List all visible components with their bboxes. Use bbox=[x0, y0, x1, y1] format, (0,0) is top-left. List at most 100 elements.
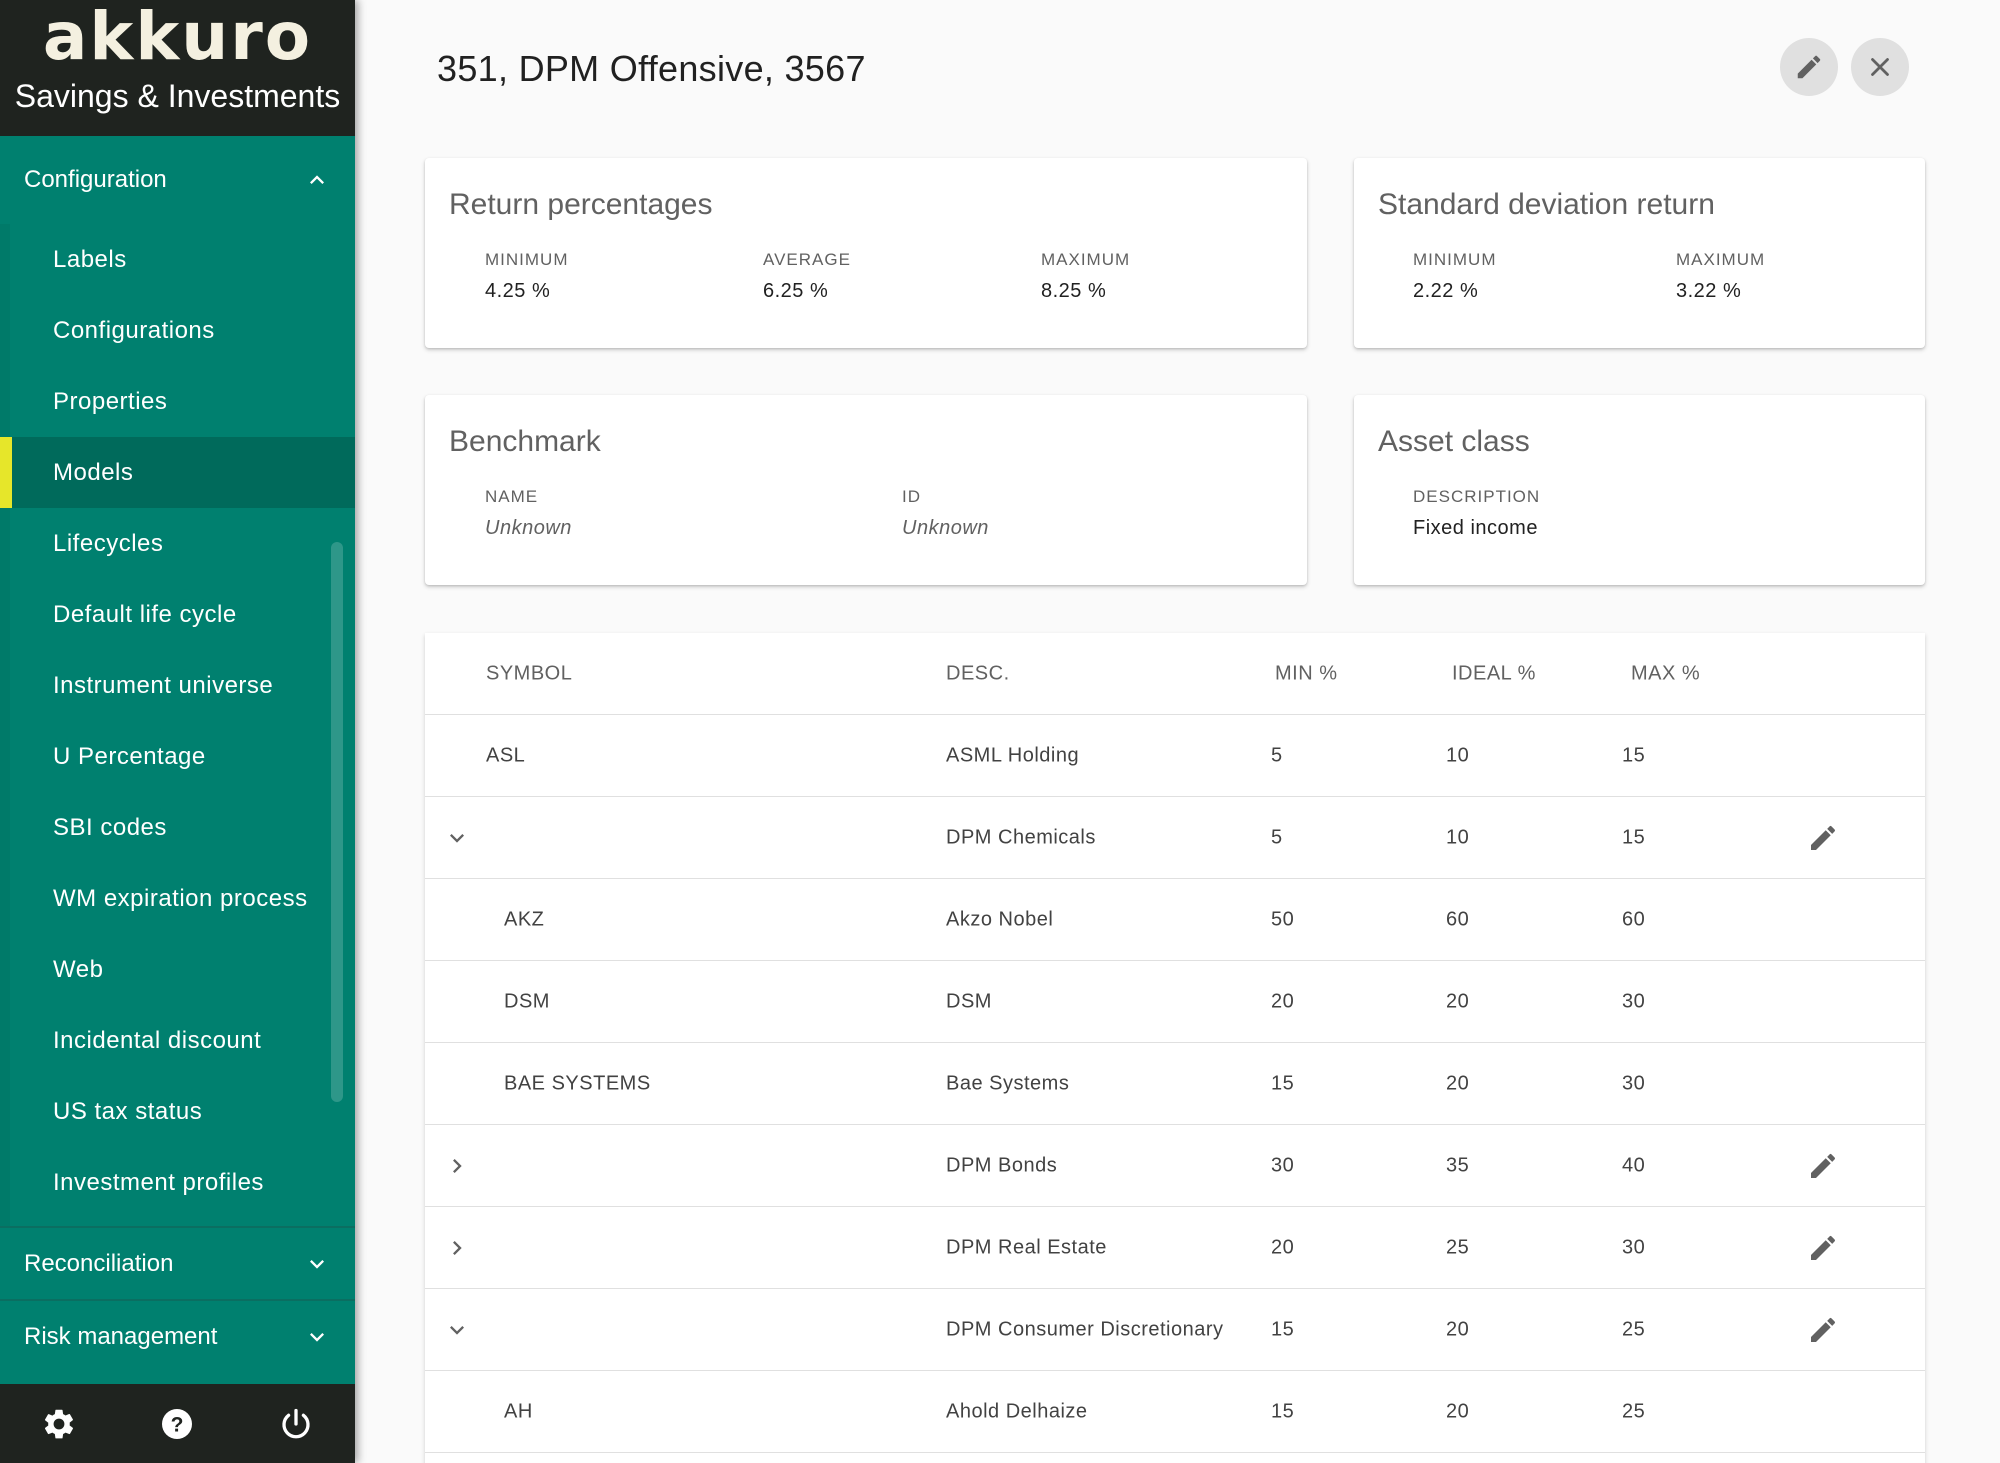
cell-min: 50 bbox=[1271, 908, 1295, 930]
column-header-max[interactable]: MAX % bbox=[1631, 662, 1700, 685]
stddev-max-value: 3.22 % bbox=[1676, 280, 1742, 302]
cell-min: 5 bbox=[1271, 744, 1283, 766]
standard-deviation-card: Standard deviation return MINIMUM 2.22 %… bbox=[1354, 158, 1925, 348]
chevron-down-icon[interactable] bbox=[443, 1316, 471, 1344]
sidebar-item-default-life-cycle[interactable]: Default life cycle bbox=[10, 579, 355, 650]
cell-ideal: 10 bbox=[1446, 826, 1470, 848]
card-title: Asset class bbox=[1378, 425, 1530, 458]
benchmark-card: Benchmark NAME Unknown ID Unknown bbox=[425, 395, 1307, 585]
benchmark-id-value: Unknown bbox=[902, 517, 989, 539]
pencil-icon[interactable] bbox=[1807, 822, 1839, 854]
table-row-group: DPM Chemicals 5 10 15 bbox=[425, 797, 1925, 879]
sidebar-item-models[interactable]: Models bbox=[0, 437, 355, 508]
pencil-icon[interactable] bbox=[1807, 1314, 1839, 1346]
field-label: MINIMUM bbox=[485, 250, 569, 269]
cell-ideal: 20 bbox=[1446, 1400, 1470, 1422]
cell-max: 25 bbox=[1622, 1400, 1646, 1422]
column-header-desc[interactable]: DESC. bbox=[946, 662, 1010, 685]
table-header: SYMBOL DESC. MIN % IDEAL % MAX % bbox=[425, 633, 1925, 715]
sidebar-item-us-tax-status[interactable]: US tax status bbox=[10, 1076, 355, 1147]
power-icon[interactable] bbox=[278, 1406, 314, 1442]
cell-ideal: 20 bbox=[1446, 1318, 1470, 1340]
column-header-symbol[interactable]: SYMBOL bbox=[486, 662, 572, 685]
sidebar-item-web[interactable]: Web bbox=[10, 934, 355, 1005]
asset-class-card: Asset class DESCRIPTION Fixed income bbox=[1354, 395, 1925, 585]
close-button[interactable] bbox=[1851, 38, 1909, 96]
svg-text:?: ? bbox=[171, 1413, 184, 1436]
nav-group-risk-management[interactable]: Risk management bbox=[0, 1301, 355, 1372]
cell-ideal: 25 bbox=[1446, 1236, 1470, 1258]
cell-min: 5 bbox=[1271, 826, 1283, 848]
gear-icon[interactable] bbox=[41, 1406, 77, 1442]
nav-group-label: Risk management bbox=[24, 1322, 218, 1350]
chevron-up-icon bbox=[310, 175, 324, 184]
nav-group-label: Reconciliation bbox=[24, 1249, 174, 1277]
page-title: 351, DPM Offensive, 3567 bbox=[437, 48, 866, 89]
nav-group-configuration[interactable]: Configuration bbox=[0, 136, 355, 224]
asset-class-description: Fixed income bbox=[1413, 517, 1538, 539]
cell-description: ASML Holding bbox=[946, 744, 1080, 766]
sidebar-item-lifecycles[interactable]: Lifecycles bbox=[10, 508, 355, 579]
chevron-right-icon[interactable] bbox=[443, 1152, 471, 1180]
cell-symbol: AH bbox=[504, 1400, 533, 1422]
cell-ideal: 60 bbox=[1446, 908, 1470, 930]
sidebar-item-properties[interactable]: Properties bbox=[10, 366, 355, 437]
table-row-group: DPM Bonds 30 35 40 bbox=[425, 1125, 1925, 1207]
cell-description: Bae Systems bbox=[946, 1072, 1070, 1094]
cell-max: 30 bbox=[1622, 1072, 1646, 1094]
column-header-ideal[interactable]: IDEAL % bbox=[1452, 662, 1536, 685]
column-header-min[interactable]: MIN % bbox=[1275, 662, 1338, 685]
model-allocation-table: SYMBOL DESC. MIN % IDEAL % MAX % ASL ASML… bbox=[425, 633, 1925, 1463]
cell-max: 25 bbox=[1622, 1318, 1646, 1340]
sidebar-item-incidental-discount[interactable]: Incidental discount bbox=[10, 1005, 355, 1076]
benchmark-name-value: Unknown bbox=[485, 517, 572, 539]
table-body: ASL ASML Holding 5 10 15 DPM Chemicals 5 10 15 AK… bbox=[425, 715, 1925, 1453]
cell-max: 15 bbox=[1622, 826, 1646, 848]
close-icon bbox=[1871, 58, 1889, 76]
card-title: Return percentages bbox=[449, 188, 713, 221]
pencil-icon[interactable] bbox=[1807, 1150, 1839, 1182]
cell-ideal: 20 bbox=[1446, 1072, 1470, 1094]
chevron-right-icon[interactable] bbox=[443, 1234, 471, 1262]
cell-min: 30 bbox=[1271, 1154, 1295, 1176]
sidebar-item-sbi-codes[interactable]: SBI codes bbox=[10, 792, 355, 863]
field-label: MINIMUM bbox=[1413, 250, 1497, 269]
cell-ideal: 10 bbox=[1446, 744, 1470, 766]
nav-items: Labels Configurations Properties Models … bbox=[0, 224, 355, 1226]
cell-min: 15 bbox=[1271, 1318, 1295, 1340]
pencil-icon[interactable] bbox=[1807, 1232, 1839, 1264]
table-row-child: BAE SYSTEMS Bae Systems 15 20 30 bbox=[425, 1043, 1925, 1125]
main-content: 351, DPM Offensive, 3567 Return percenta… bbox=[355, 0, 2000, 1463]
cell-symbol: ASL bbox=[486, 744, 526, 766]
cell-min: 20 bbox=[1271, 1236, 1295, 1258]
cell-min: 15 bbox=[1271, 1072, 1295, 1094]
logo: akkuro bbox=[42, 0, 313, 75]
nav-group-label: Configuration bbox=[24, 166, 167, 193]
cell-description: DPM Real Estate bbox=[946, 1236, 1107, 1258]
cell-max: 40 bbox=[1622, 1154, 1646, 1176]
sidebar-item-investment-profiles[interactable]: Investment profiles bbox=[10, 1147, 355, 1218]
cell-max: 60 bbox=[1622, 908, 1646, 930]
sidebar-item-u-percentage[interactable]: U Percentage bbox=[10, 721, 355, 792]
table-row-child: DSM DSM 20 20 30 bbox=[425, 961, 1925, 1043]
table-row: ASL ASML Holding 5 10 15 bbox=[425, 715, 1925, 797]
sidebar-item-instrument-universe[interactable]: Instrument universe bbox=[10, 650, 355, 721]
cell-max: 30 bbox=[1622, 990, 1646, 1012]
cell-description: DPM Chemicals bbox=[946, 826, 1096, 848]
return-percentages-card: Return percentages MINIMUM 4.25 % AVERAG… bbox=[425, 158, 1307, 348]
return-max-value: 8.25 % bbox=[1041, 280, 1107, 302]
sidebar-item-wm-expiration-process[interactable]: WM expiration process bbox=[10, 863, 355, 934]
return-min-value: 4.25 % bbox=[485, 280, 551, 302]
edit-button[interactable] bbox=[1780, 38, 1838, 96]
brand-header: akkuro Savings & Investments bbox=[0, 0, 355, 136]
field-label: MAXIMUM bbox=[1041, 250, 1131, 269]
cell-min: 20 bbox=[1271, 990, 1295, 1012]
sidebar-item-labels[interactable]: Labels bbox=[10, 224, 355, 295]
help-icon[interactable]: ? bbox=[159, 1406, 195, 1442]
cell-min: 15 bbox=[1271, 1400, 1295, 1422]
nav-group-reconciliation[interactable]: Reconciliation bbox=[0, 1228, 355, 1299]
sidebar-item-configurations[interactable]: Configurations bbox=[10, 295, 355, 366]
table-row-child: AKZ Akzo Nobel 50 60 60 bbox=[425, 879, 1925, 961]
chevron-down-icon[interactable] bbox=[443, 824, 471, 852]
field-label: DESCRIPTION bbox=[1413, 487, 1541, 506]
